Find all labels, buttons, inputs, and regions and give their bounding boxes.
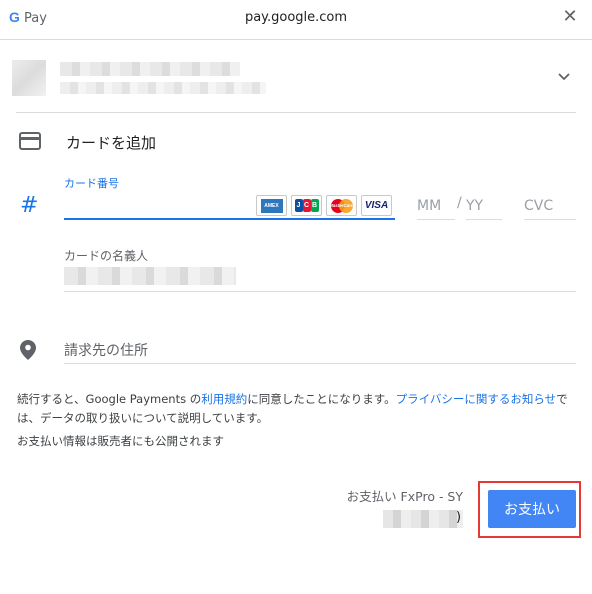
cardholder-label: カードの名義人: [64, 249, 149, 263]
title-bar: G Pay pay.google.com ✕: [0, 0, 592, 40]
chevron-down-icon[interactable]: [554, 66, 574, 86]
card-number-label: カード番号: [64, 177, 119, 190]
terms-of-service-link[interactable]: 利用規約: [201, 392, 247, 406]
merchant-disclosure: お支払い情報は販売者にも公開されます: [17, 434, 224, 448]
terms-prefix: 続行すると、Google Payments の: [17, 392, 202, 406]
credit-card-icon: [19, 132, 41, 150]
location-pin-icon: [20, 340, 36, 360]
expiry-slash: /: [457, 195, 462, 211]
privacy-notice-link[interactable]: プライバシーに関するお知らせ: [396, 392, 557, 406]
add-card-title: カードを追加: [66, 134, 157, 152]
mastercard-logo: MasterCard: [326, 195, 357, 216]
divider: [16, 112, 576, 113]
account-selector[interactable]: [0, 40, 592, 112]
jcb-logo: JCB: [291, 195, 322, 216]
amex-logo: AMEX: [256, 195, 287, 216]
account-email-redacted: [60, 82, 266, 94]
cardholder-field[interactable]: [64, 264, 576, 292]
expiry-month-input[interactable]: [417, 192, 455, 220]
pay-button[interactable]: お支払い: [488, 490, 576, 528]
billing-address-input[interactable]: [64, 336, 576, 364]
account-name-redacted: [60, 62, 240, 76]
price-redacted: [383, 510, 463, 528]
merchant-label: お支払い FxPro - SY: [346, 489, 463, 504]
visa-logo: VISA: [361, 195, 392, 216]
price-suffix: ): [456, 510, 462, 525]
account-avatar: [12, 60, 46, 96]
hash-icon: #: [20, 193, 39, 218]
terms-text: 続行すると、Google Payments の利用規約に同意したことになります。…: [17, 390, 577, 428]
amex-logo-mark: AMEX: [260, 198, 283, 213]
expiry-year-input[interactable]: [466, 192, 502, 220]
cvc-input[interactable]: [524, 192, 576, 220]
card-brand-logos: AMEX JCB MasterCard VISA: [256, 195, 392, 216]
close-icon[interactable]: ✕: [560, 7, 580, 27]
site-url: pay.google.com: [244, 10, 348, 25]
cardholder-name-redacted: [64, 267, 236, 285]
terms-middle: に同意したことになります。: [247, 392, 396, 406]
